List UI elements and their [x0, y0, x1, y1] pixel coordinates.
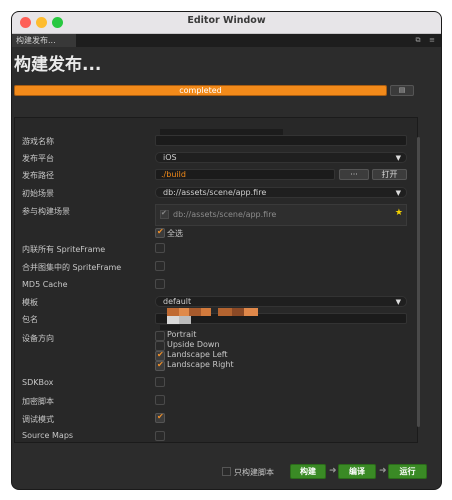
- redacted-pixel: [218, 308, 232, 316]
- inline-spriteframe-label: 内联所有 SpriteFrame: [22, 245, 106, 254]
- orientation-option-label: Landscape Right: [167, 360, 234, 369]
- arrow-right-icon: ➜: [329, 466, 337, 476]
- sdkbox-checkbox[interactable]: [155, 377, 165, 387]
- template-label: 模板: [22, 298, 38, 307]
- source-maps-label: Source Maps: [22, 431, 74, 440]
- inline-spriteframe-checkbox[interactable]: [155, 243, 165, 253]
- orientation-label: 设备方向: [22, 334, 54, 343]
- game-name-label: 游戏名称: [22, 137, 54, 146]
- scrollbar[interactable]: [417, 137, 420, 427]
- template-value: default: [163, 297, 192, 306]
- scene-checkbox[interactable]: [160, 209, 169, 219]
- source-maps-checkbox[interactable]: [155, 431, 165, 441]
- select-all-label: 全选: [167, 229, 183, 238]
- run-button[interactable]: 运行: [388, 464, 427, 479]
- compile-button[interactable]: 编译: [338, 464, 376, 479]
- arrow-right-icon: ➜: [379, 466, 387, 476]
- platform-select[interactable]: iOS ▼: [155, 152, 407, 163]
- popout-icon[interactable]: ⧉: [414, 36, 422, 44]
- tab-build[interactable]: 构建发布...: [12, 34, 76, 47]
- title-bar: Editor Window: [12, 12, 441, 34]
- package-label: 包名: [22, 315, 38, 324]
- sdkbox-label: SDKBox: [22, 378, 54, 387]
- merge-spriteframe-checkbox[interactable]: [155, 261, 165, 271]
- document-icon: ▤: [398, 86, 406, 94]
- browse-button[interactable]: ···: [339, 169, 369, 180]
- redacted-pixel: [201, 308, 211, 316]
- start-scene-select[interactable]: db://assets/scene/app.fire ▼: [155, 187, 407, 198]
- build-progress-bar: completed: [14, 85, 387, 96]
- start-scene-value: db://assets/scene/app.fire: [163, 188, 267, 197]
- page-title: 构建发布...: [14, 55, 102, 75]
- select-all-checkbox[interactable]: [155, 227, 165, 238]
- redacted-pixel: [244, 308, 258, 316]
- orientation-option-label: Upside Down: [167, 340, 220, 349]
- encrypt-checkbox[interactable]: [155, 395, 165, 405]
- settings-panel: [14, 117, 418, 443]
- platform-value: iOS: [163, 153, 177, 162]
- scene-path: db://assets/scene/app.fire: [173, 210, 277, 219]
- window-title: Editor Window: [187, 15, 266, 26]
- orientation-option-label: Landscape Left: [167, 350, 228, 359]
- redacted-pixel: [179, 308, 189, 316]
- start-scene-label: 初始场景: [22, 189, 54, 198]
- game-name-input[interactable]: [155, 135, 407, 146]
- only-build-script-label: 只构建脚本: [234, 468, 274, 477]
- star-icon: ★: [394, 208, 403, 218]
- caret-down-icon: ▼: [395, 189, 401, 197]
- redacted-pixel: [167, 316, 179, 324]
- build-path-label: 发布路径: [22, 171, 54, 180]
- orientation-option-label: Portrait: [167, 330, 197, 339]
- orientation-checkbox[interactable]: [155, 360, 165, 371]
- included-scenes-label: 参与构建场景: [22, 207, 70, 216]
- scene-list: db://assets/scene/app.fire ★: [155, 204, 407, 226]
- caret-down-icon: ▼: [395, 154, 401, 162]
- menu-icon[interactable]: ≡: [428, 36, 436, 44]
- redacted-pixel: [232, 308, 244, 316]
- build-path-input[interactable]: ./build: [155, 169, 335, 180]
- build-button[interactable]: 构建: [290, 464, 326, 479]
- redacted-pixel: [167, 308, 179, 316]
- redacted-pixel: [189, 308, 201, 316]
- tab-bar: 构建发布... ⧉ ≡: [12, 34, 441, 47]
- progress-status: completed: [179, 86, 222, 95]
- redacted-pixel: [179, 316, 191, 324]
- merge-spriteframe-label: 合并图集中的 SpriteFrame: [22, 263, 122, 272]
- only-build-script-checkbox[interactable]: [222, 467, 231, 476]
- orientation-checkbox[interactable]: [155, 331, 165, 341]
- md5-cache-label: MD5 Cache: [22, 280, 68, 289]
- template-select[interactable]: default ▼: [155, 296, 407, 307]
- debug-checkbox[interactable]: [155, 412, 165, 423]
- md5-cache-checkbox[interactable]: [155, 279, 165, 289]
- debug-label: 调试模式: [22, 415, 54, 424]
- encrypt-label: 加密脚本: [22, 397, 54, 406]
- caret-down-icon: ▼: [395, 298, 401, 306]
- platform-label: 发布平台: [22, 154, 54, 163]
- open-folder-button[interactable]: 打开: [372, 169, 407, 180]
- open-log-button[interactable]: ▤: [390, 85, 414, 96]
